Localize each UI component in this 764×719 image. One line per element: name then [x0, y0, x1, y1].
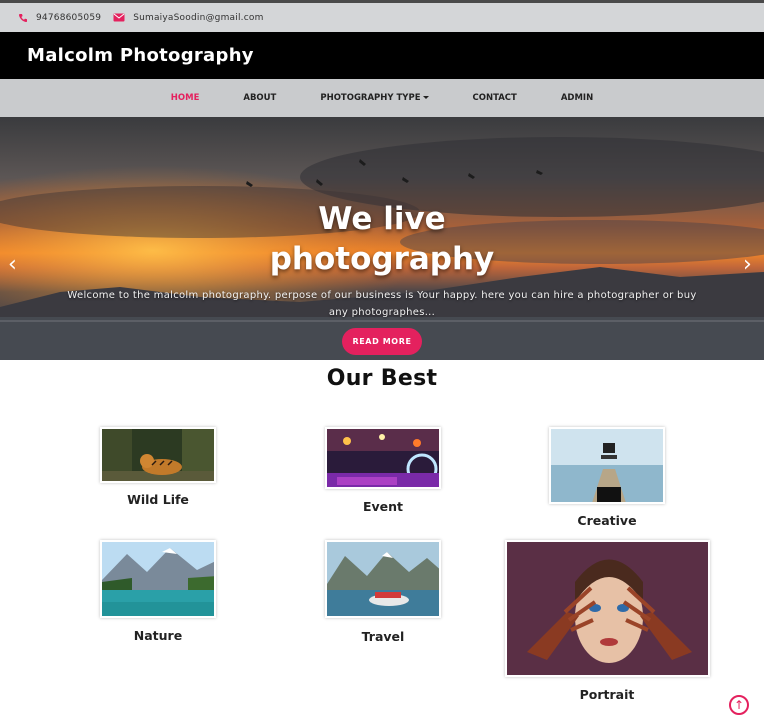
- creative-image: [549, 427, 665, 504]
- hero-carousel: We live photography Welcome to the malco…: [0, 117, 764, 360]
- nav-photography-type[interactable]: PHOTOGRAPHY TYPE: [298, 93, 450, 103]
- nav-photography-type-label: PHOTOGRAPHY TYPE: [320, 93, 421, 103]
- event-image: [325, 427, 441, 489]
- envelope-icon: [113, 13, 125, 22]
- card-label: Event: [362, 499, 404, 514]
- nav-admin[interactable]: ADMIN: [539, 93, 615, 103]
- card-label: Nature: [133, 628, 183, 643]
- card-creative[interactable]: Creative: [507, 427, 707, 537]
- brand-bar: Malcolm Photography: [0, 32, 764, 79]
- nav-home[interactable]: HOME: [149, 93, 222, 103]
- email-contact[interactable]: SumaiyaSoodin@gmail.com: [113, 13, 263, 23]
- contact-bar: 94768605059 SumaiyaSoodin@gmail.com: [0, 0, 764, 32]
- nature-image: [100, 540, 216, 618]
- main-nav: HOME ABOUT PHOTOGRAPHY TYPE CONTACT ADMI…: [0, 79, 764, 117]
- read-more-button[interactable]: READ MORE: [342, 328, 422, 355]
- travel-image: [325, 540, 441, 618]
- phone-icon: [18, 13, 28, 23]
- card-wild-life[interactable]: Wild Life: [58, 427, 258, 517]
- hero-title-line1: We live: [318, 201, 446, 237]
- arrow-up-circle-icon[interactable]: ↑: [729, 695, 749, 715]
- chevron-left-icon[interactable]: ‹: [8, 252, 17, 277]
- card-label: Portrait: [579, 687, 635, 702]
- card-event[interactable]: Event: [283, 427, 483, 517]
- hero-description: Welcome to the malcolm photography. perp…: [67, 290, 697, 318]
- site-brand[interactable]: Malcolm Photography: [27, 45, 254, 66]
- nav-about[interactable]: ABOUT: [221, 93, 298, 103]
- phone-number: 94768605059: [36, 12, 102, 23]
- card-label: Travel: [361, 629, 405, 644]
- hero-title-line2: photography: [269, 241, 495, 277]
- caret-down-icon: [422, 96, 429, 99]
- wildlife-image: [100, 427, 216, 483]
- portrait-image: [505, 540, 710, 677]
- card-travel[interactable]: Travel: [283, 540, 483, 650]
- section-title: Our Best: [326, 366, 438, 391]
- card-nature[interactable]: Nature: [58, 540, 258, 650]
- chevron-right-icon[interactable]: ›: [743, 252, 752, 277]
- card-label: Wild Life: [127, 492, 189, 507]
- phone-contact[interactable]: 94768605059: [18, 13, 101, 23]
- card-portrait[interactable]: Portrait: [505, 540, 710, 710]
- email-address: SumaiyaSoodin@gmail.com: [133, 12, 264, 23]
- card-label: Creative: [577, 513, 637, 528]
- nav-contact[interactable]: CONTACT: [451, 93, 539, 103]
